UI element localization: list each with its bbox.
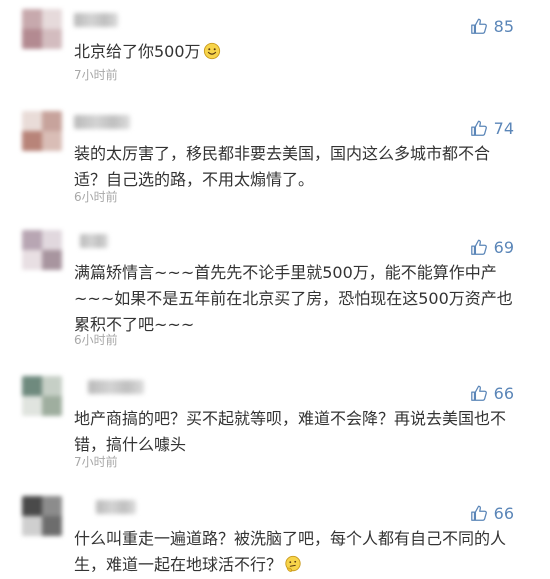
avatar[interactable]: [22, 496, 62, 536]
username[interactable]: [74, 13, 118, 27]
thumbs-up-icon: [470, 239, 487, 255]
comment-text: 满篇矫情言~~~首先先不论手里就500万，能不能算作中产~~~如果不是五年前在北…: [74, 263, 513, 334]
like-count: 69: [493, 237, 514, 257]
like-count: 66: [493, 503, 514, 523]
like-count: 85: [493, 16, 514, 36]
avatar[interactable]: [22, 9, 62, 49]
thumbs-up-icon: [470, 120, 487, 136]
smile-emoji: [203, 42, 220, 60]
comment-item: 66 地产商搞的吧？买不起就等呗，难道不会降？再说去美国也不错，搞什么噱头 7小…: [0, 376, 550, 476]
timestamp: 7小时前: [74, 455, 118, 469]
avatar[interactable]: [22, 230, 62, 270]
like-count: 66: [493, 383, 514, 403]
comment-item: 74 装的太厉害了，移民都非要去美国，国内这么多城市都不合适？自己选的路，不用太…: [0, 111, 550, 211]
comment-text: 地产商搞的吧？买不起就等呗，难道不会降？再说去美国也不错，搞什么噱头: [74, 409, 507, 454]
comment-text: 北京给了你500万: [74, 39, 520, 65]
thinking-emoji: [285, 555, 301, 573]
timestamp: 7小时前: [74, 68, 118, 82]
avatar[interactable]: [22, 111, 62, 151]
thumbs-up-icon: [470, 505, 487, 521]
like-count: 74: [493, 118, 514, 138]
comment-item: 69 满篇矫情言~~~首先先不论手里就500万，能不能算作中产~~~如果不是五年…: [0, 230, 550, 350]
like-button[interactable]: 85: [470, 15, 514, 37]
comment-text: 装的太厉害了，移民都非要去美国，国内这么多城市都不合适？自己选的路，不用太煽情了…: [74, 144, 491, 189]
avatar[interactable]: [22, 376, 62, 416]
thumbs-up-icon: [470, 385, 487, 401]
comment-item: 85 北京给了你500万 7小时前: [0, 9, 550, 89]
comment-text: 什么叫重走一遍道路？被洗脑了吧，每个人都有自己不同的人生，难道一起在地球活不行？: [74, 529, 507, 574]
username[interactable]: [74, 115, 130, 129]
timestamp: 6小时前: [74, 333, 118, 347]
username[interactable]: [96, 500, 136, 514]
timestamp: 6小时前: [74, 190, 118, 204]
like-button[interactable]: 74: [470, 117, 514, 139]
username[interactable]: [80, 234, 108, 248]
like-button[interactable]: 66: [470, 382, 514, 404]
comment-item: 66 什么叫重走一遍道路？被洗脑了吧，每个人都有自己不同的人生，难道一起在地球活…: [0, 496, 550, 579]
like-button[interactable]: 66: [470, 502, 514, 524]
username[interactable]: [88, 380, 144, 394]
thumbs-up-icon: [470, 18, 487, 34]
like-button[interactable]: 69: [470, 236, 514, 258]
